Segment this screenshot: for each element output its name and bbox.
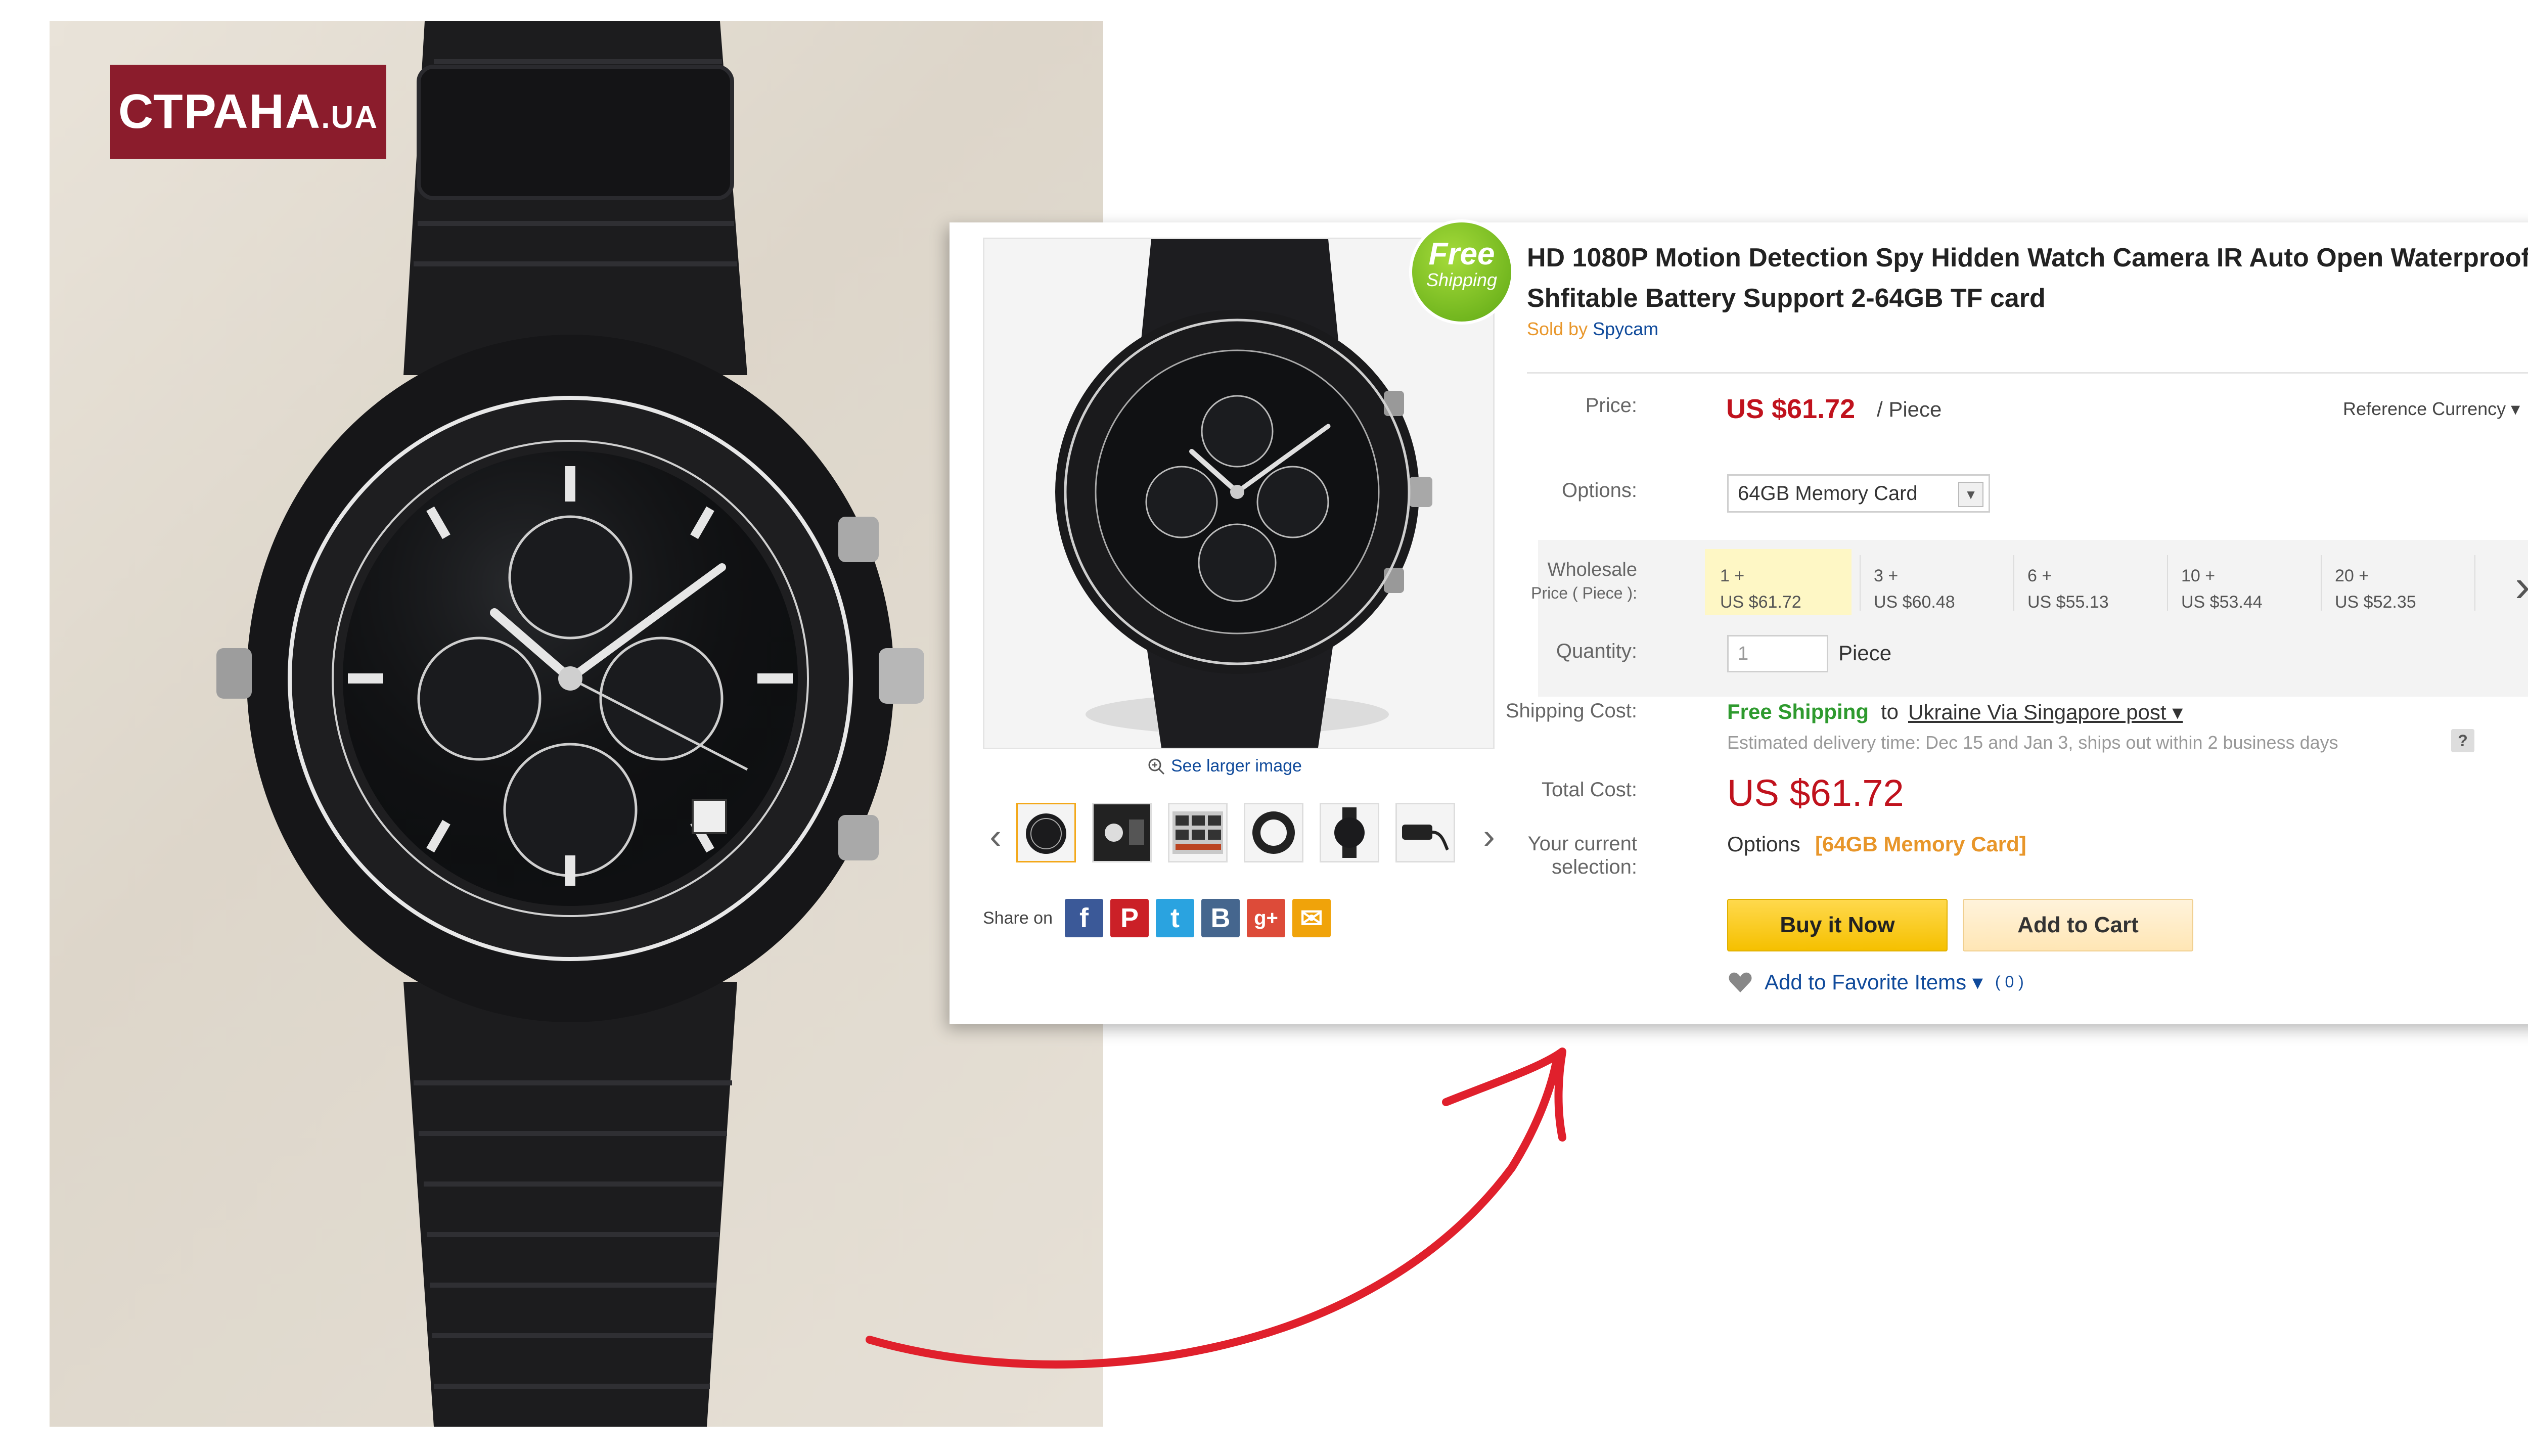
tier-qty: 3 + [1874,566,1899,585]
total-cost-label: Total Cost: [1542,779,1637,801]
logo-suffix-text: .UA [321,100,378,135]
favorite-count: ( 0 ) [1995,973,2024,991]
total-cost-value: US $61.72 [1727,772,1904,814]
options-label: Options: [1562,479,1637,502]
estimated-delivery-text: Estimated delivery time: Dec 15 and Jan … [1727,732,2338,753]
quantity-input[interactable]: 1 [1727,635,1828,672]
logo-main-text: СТРАНА [118,84,322,139]
thumbnail-6[interactable] [1395,803,1455,862]
thumbnail-strap-icon [1252,811,1295,854]
thumbnail-night-view-icon [1094,804,1150,861]
thumbnail-watch-front-icon [1026,813,1066,854]
favorite-label: Add to Favorite Items ▾ [1765,970,1983,994]
current-selection-line2: selection: [1552,856,1637,878]
wholesale-price-panel: 1 + US $61.72 3 + US $60.48 6 + US $55.1… [1538,540,2528,697]
google-plus-share-icon[interactable]: g+ [1247,899,1285,937]
quantity-unit: Piece [1838,641,1892,665]
thumbnail-1[interactable] [1016,803,1076,862]
options-select[interactable]: 64GB Memory Card ▼ [1727,474,1990,513]
tier-price: US $55.13 [2027,593,2109,612]
tier-price: US $52.35 [2335,593,2416,612]
wholesale-label-line1: Wholesale [1547,559,1637,580]
thumbnail-features-icon [1172,811,1223,854]
watch-photo: СТРАНА .UA [50,21,1103,1427]
product-title: HD 1080P Motion Detection Spy Hidden Wat… [1527,243,2528,313]
shipping-cost-label: Shipping Cost: [1505,700,1637,722]
wholesale-tier-2[interactable]: 3 + US $60.48 [1859,549,2005,615]
buy-it-now-button[interactable]: Buy it Now [1727,899,1948,951]
header-divider [1527,372,2528,374]
wholesale-label-line2: Price ( Piece ): [1531,584,1637,602]
options-selected-value: 64GB Memory Card [1738,482,1918,505]
seller-link[interactable]: Spycam [1593,318,1658,339]
current-selection-label: Your current selection: [1485,832,1637,879]
current-selection-line1: Your current [1527,833,1637,855]
see-larger-label: See larger image [1171,756,1302,776]
help-icon[interactable]: ? [2451,729,2474,752]
add-to-favorites[interactable]: Add to Favorite Items ▾ ( 0 ) [1728,970,2024,994]
tier-qty: 1 + [1720,566,1745,585]
email-share-icon[interactable]: ✉ [1292,899,1331,937]
thumbnail-watch-side-icon [1334,807,1365,858]
tier-price: US $53.44 [2181,593,2263,612]
chevron-down-icon: ▼ [1958,482,1983,507]
price-unit: / Piece [1877,397,1942,421]
selection-options-label: Options [1727,832,1800,856]
wholesale-tier-5[interactable]: 20 + US $52.35 [2320,549,2466,615]
sold-by-label: Sold by [1527,318,1588,339]
shipping-to-text: to [1881,700,1899,723]
product-card: Free Shipping See larger image ‹ › Share… [950,222,2528,1024]
selection-options-value: [64GB Memory Card] [1815,832,2026,856]
chevron-right-icon[interactable]: › [2515,560,2528,612]
heart-icon [1729,972,1752,992]
site-logo: СТРАНА .UA [110,65,386,159]
tier-price: US $60.48 [1874,593,1955,612]
tier-qty: 20 + [2335,566,2369,585]
badge-line2: Shipping [1426,269,1498,290]
reference-currency-dropdown[interactable]: Reference Currency ▾ [2343,398,2520,420]
sold-by-line: Sold by Spycam [1527,318,1658,340]
zoom-icon [1148,758,1165,775]
share-label: Share on [983,908,1053,928]
thumbnail-accessories-icon [1402,825,1449,851]
tier-separator [2474,555,2475,611]
wholesale-tier-3[interactable]: 6 + US $55.13 [2012,549,2159,615]
product-main-image[interactable] [983,238,1495,749]
price-label: Price: [1585,394,1637,417]
tier-qty: 6 + [2027,566,2052,585]
tier-qty: 10 + [2181,566,2216,585]
watch-photo-drawing [216,21,924,1427]
wholesale-tier-1[interactable]: 1 + US $61.72 [1705,549,1852,615]
twitter-share-icon[interactable]: t [1156,899,1194,937]
thumbnail-2[interactable] [1092,803,1152,862]
facebook-share-icon[interactable]: f [1065,899,1103,937]
price-value: US $61.72 [1726,394,1856,424]
shipping-method-link[interactable]: Ukraine Via Singapore post ▾ [1908,700,2183,724]
wholesale-tier-4[interactable]: 10 + US $53.44 [2166,549,2313,615]
free-shipping-badge: Free Shipping [1412,222,1511,322]
pinterest-share-icon[interactable]: P [1110,899,1149,937]
thumbnail-4[interactable] [1244,803,1303,862]
quantity-label: Quantity: [1556,640,1637,662]
thumbnail-3[interactable] [1168,803,1228,862]
free-shipping-text: Free Shipping [1727,700,1869,723]
share-bar: Share on f P t B g+ ✉ [983,899,1331,937]
thumbnail-prev-button[interactable]: ‹ [983,816,1008,856]
product-watch-image [984,239,1493,748]
badge-line1: Free [1428,237,1495,271]
thumbnail-gallery: ‹ › [983,803,1509,869]
vk-share-icon[interactable]: B [1201,899,1240,937]
wholesale-label: Wholesale Price ( Piece ): [1485,558,1637,605]
see-larger-image-link[interactable]: See larger image [1148,756,1302,776]
tier-price: US $61.72 [1720,593,1801,612]
add-to-cart-button[interactable]: Add to Cart [1963,899,2193,951]
thumbnail-5[interactable] [1320,803,1379,862]
